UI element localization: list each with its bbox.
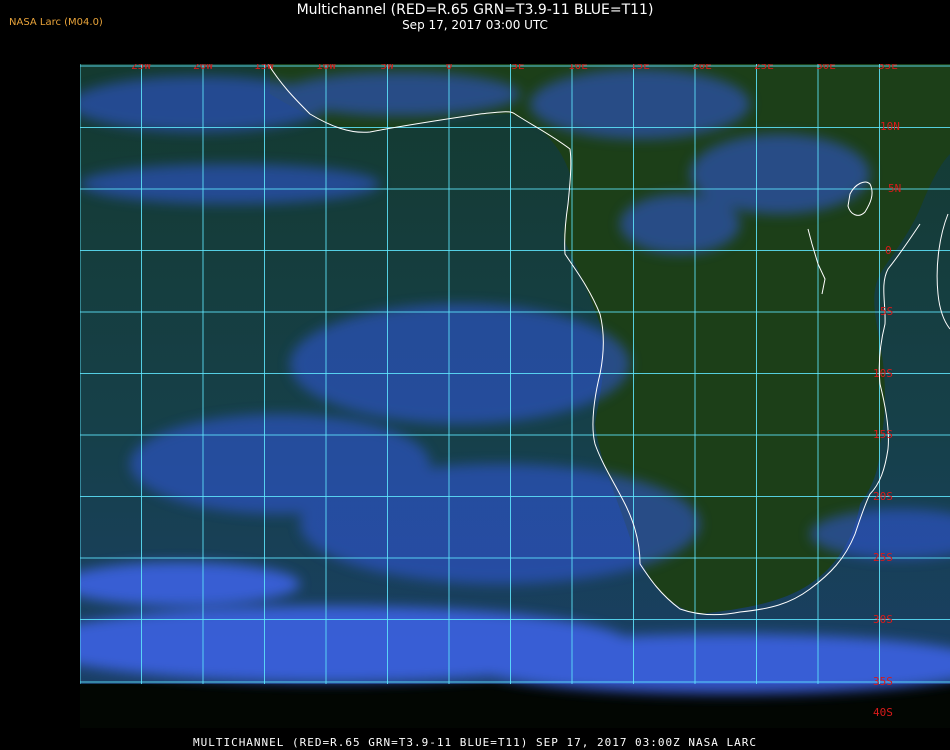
lon-label-25e: 25E [754,64,774,72]
lon-label-15e: 15E [630,64,650,72]
lat-label-10s: 10S [873,367,893,380]
lat-label-5s: 5S [880,305,893,318]
lat-label-20s: 20S [873,490,893,503]
image-timestamp: Sep 17, 2017 03:00 UTC [402,18,548,32]
lon-label-20e: 20E [692,64,712,72]
lon-label-20w: 20W [193,64,213,72]
lon-label-35e: 35E [878,64,898,72]
lon-label-10e: 10E [568,64,588,72]
image-title: Multichannel (RED=R.65 GRN=T3.9-11 BLUE=… [296,2,654,18]
lat-label-40s: 40S [873,706,893,719]
satellite-map: 10N 5N 0 5S 10S 15S 20S 25S 30S 35S 40S … [80,64,950,728]
lon-label-10w: 10W [316,64,336,72]
lon-label-25w: 25W [131,64,151,72]
footer-caption: MULTICHANNEL (RED=R.65 GRN=T3.9-11 BLUE=… [192,736,758,749]
lon-label-5e: 5E [511,64,524,72]
lat-label-30s: 30S [873,613,893,626]
lon-label-30e: 30E [816,64,836,72]
lat-label-5n: 5N [888,182,901,195]
lat-label-15s: 15S [873,428,893,441]
lat-label-35s: 35S [873,675,893,688]
lat-label-25s: 25S [873,551,893,564]
lon-label-15w: 15W [254,64,274,72]
lat-label-10n: 10N [880,120,900,133]
lon-label-0: 0 [446,64,453,72]
lon-label-5w: 5W [380,64,394,72]
lat-label-0: 0 [885,244,892,257]
